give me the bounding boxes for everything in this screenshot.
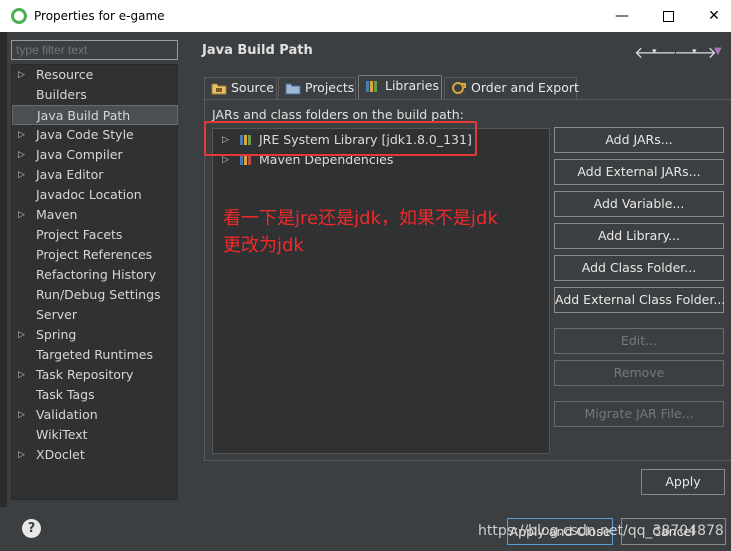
tab-libraries[interactable]: Libraries	[358, 75, 442, 100]
sidebar-item[interactable]: ▷ Validation	[12, 405, 178, 425]
sidebar-item[interactable]: Task Tags	[12, 385, 178, 405]
tab-projects-label: Projects	[305, 80, 355, 95]
annotation-line: 看一下是jre还是jdk，如果不是jdk	[223, 208, 498, 229]
expand-arrow-icon[interactable]: ▷	[18, 145, 28, 165]
add-variable-button[interactable]: Add Variable...	[554, 191, 724, 217]
view-menu-icon[interactable]: ▼	[714, 46, 722, 57]
sidebar-item[interactable]: ▷ Maven	[12, 205, 178, 225]
source-folder-icon	[211, 83, 227, 95]
sidebar-item[interactable]: Targeted Runtimes	[12, 345, 178, 365]
close-icon: ✕	[708, 8, 720, 24]
sidebar-item-label: Task Tags	[36, 387, 95, 402]
watermark-text: https://blog.csdn.net/qq_38704878	[478, 523, 724, 539]
tab-source-label: Source	[231, 80, 274, 95]
expand-arrow-icon[interactable]: ▷	[18, 125, 28, 145]
sidebar-item[interactable]: Project References	[12, 245, 178, 265]
minimize-icon: —	[615, 8, 629, 24]
apply-button[interactable]: Apply	[641, 469, 725, 495]
sidebar-item[interactable]: ▷ Task Repository	[12, 365, 178, 385]
expand-arrow-icon[interactable]: ▷	[18, 365, 28, 385]
forward-dropdown-icon[interactable]: ▾	[692, 47, 697, 57]
highlight-box	[204, 121, 477, 156]
expand-arrow-icon[interactable]: ▷	[18, 445, 28, 465]
sidebar-item[interactable]: ▷ Resource	[12, 65, 178, 85]
sidebar-item-label: Refactoring History	[36, 267, 157, 282]
sidebar-item-label: Java Build Path	[37, 108, 131, 123]
sidebar-item[interactable]: Project Facets	[12, 225, 178, 245]
sidebar-item[interactable]: Refactoring History	[12, 265, 178, 285]
maximize-icon	[662, 10, 674, 22]
property-page-tree: ▷ Resource Builders Java Build Path ▷ Java Co…	[11, 64, 178, 500]
sidebar-item[interactable]: Server	[12, 305, 178, 325]
sidebar-item-label: Java Editor	[36, 167, 104, 182]
sidebar-item[interactable]: Javadoc Location	[12, 185, 178, 205]
build-path-caption: JARs and class folders on the build path…	[212, 107, 464, 122]
expand-arrow-icon[interactable]: ▷	[18, 165, 28, 185]
close-button[interactable]: ✕	[691, 0, 731, 32]
dialog-footer: ? Apply and Close Cancel https://blog.cs…	[0, 507, 731, 551]
tab-source[interactable]: Source	[204, 77, 277, 99]
maximize-button[interactable]	[645, 0, 691, 32]
tab-projects[interactable]: Projects	[278, 77, 356, 99]
add-library-button[interactable]: Add Library...	[554, 223, 724, 249]
sidebar-item[interactable]: Java Build Path	[12, 105, 178, 125]
sidebar-item-label: Targeted Runtimes	[36, 347, 153, 362]
sidebar-item[interactable]: ▷ XDoclet	[12, 445, 178, 465]
sidebar-item-label: WikiText	[36, 427, 88, 442]
remove-button[interactable]: Remove	[554, 360, 724, 386]
tab-order-export[interactable]: Order and Export	[444, 77, 579, 99]
sidebar-item-label: Resource	[36, 67, 94, 82]
add-class-folder-button[interactable]: Add Class Folder...	[554, 255, 724, 281]
sidebar-item-label: Project References	[36, 247, 153, 262]
sidebar-item-label: Java Code Style	[36, 127, 134, 142]
sidebar-item-label: Validation	[36, 407, 98, 422]
sidebar-item[interactable]: WikiText	[12, 425, 178, 445]
migrate-jar-button[interactable]: Migrate JAR File...	[554, 401, 724, 427]
add-external-class-folder-button[interactable]: Add External Class Folder...	[554, 287, 725, 313]
annotation-line: 更改为jdk	[223, 235, 304, 256]
sidebar-item-label: XDoclet	[36, 447, 85, 462]
sidebar-item[interactable]: Run/Debug Settings	[12, 285, 178, 305]
back-dropdown-icon[interactable]: ▾	[652, 47, 657, 57]
sidebar-item[interactable]: ▷ Java Editor	[12, 165, 178, 185]
sidebar-item-label: Maven	[36, 207, 78, 222]
edit-button[interactable]: Edit...	[554, 328, 724, 354]
sidebar-item-label: Run/Debug Settings	[36, 287, 161, 302]
expand-arrow-icon[interactable]: ▷	[18, 405, 28, 425]
sidebar-item-label: Server	[36, 307, 77, 322]
help-icon[interactable]: ?	[22, 519, 41, 538]
minimize-button[interactable]: —	[599, 0, 645, 32]
sidebar-item[interactable]: ▷ Spring	[12, 325, 178, 345]
tab-libraries-label: Libraries	[385, 78, 439, 93]
title-bar: Properties for e-game — ✕	[0, 0, 731, 32]
pane-header: Java Build Path 🡐 ▾ 🡒 ▾ ▼	[193, 36, 731, 66]
add-external-jars-button[interactable]: Add External JARs...	[554, 159, 724, 185]
sidebar-item[interactable]: ▷ Java Compiler	[12, 145, 178, 165]
order-export-icon	[452, 82, 466, 94]
filter-input[interactable]	[11, 40, 178, 60]
background-window-strip	[0, 32, 7, 551]
add-jars-button[interactable]: Add JARs...	[554, 127, 724, 153]
tab-order-export-label: Order and Export	[471, 80, 579, 95]
eclipse-app-icon	[11, 8, 27, 24]
libraries-icon	[366, 81, 377, 92]
sidebar-item[interactable]: ▷ Java Code Style	[12, 125, 178, 145]
sidebar-item[interactable]: Builders	[12, 85, 178, 105]
annotation-text: 看一下是jre还是jdk，如果不是jdk 更改为jdk	[223, 205, 553, 259]
sidebar-item-label: Java Compiler	[36, 147, 123, 162]
build-path-tabs: Source Projects Libraries Order and Expo…	[204, 75, 724, 100]
expand-arrow-icon[interactable]: ▷	[18, 325, 28, 345]
projects-icon	[285, 83, 301, 95]
window-title: Properties for e-game	[34, 9, 165, 23]
page-title: Java Build Path	[202, 43, 313, 58]
expand-arrow-icon[interactable]: ▷	[18, 65, 28, 85]
sidebar-item-label: Task Repository	[36, 367, 134, 382]
sidebar-item-label: Javadoc Location	[36, 187, 142, 202]
expand-arrow-icon[interactable]: ▷	[18, 205, 28, 225]
sidebar-item-label: Spring	[36, 327, 77, 342]
sidebar-item-label: Builders	[36, 87, 87, 102]
library-tree: ▷ JRE System Library [jdk1.8.0_131] ▷ Ma…	[212, 128, 550, 454]
sidebar-item-label: Project Facets	[36, 227, 123, 242]
